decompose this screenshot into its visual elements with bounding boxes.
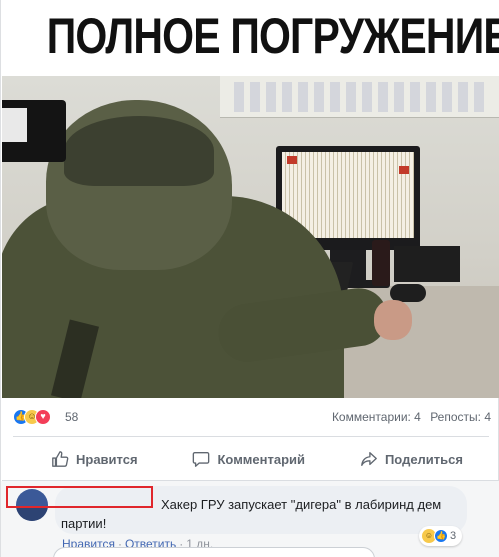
like-button[interactable]: Нравится — [43, 443, 146, 475]
post-actions-bar: Нравится Комментарий Поделиться — [13, 443, 489, 475]
comments-section: Хакер ГРУ запускает "дигера" в лабиринд … — [1, 481, 499, 557]
shares-count-link[interactable]: Репосты: 4 — [430, 410, 491, 424]
bomb-suit-figure — [2, 100, 412, 398]
comment-reactions[interactable]: ☺ 👍 3 — [419, 526, 463, 546]
engagement-counts: Комментарии: 4 Репосты: 4 — [326, 410, 491, 424]
meme-image[interactable]: ПОЛНОЕ ПОГРУЖЕНИЕ — [2, 0, 499, 398]
comment-text-line2: партии! — [61, 516, 107, 531]
share-arrow-icon — [361, 452, 377, 466]
love-reaction-icon: ♥ — [35, 409, 51, 425]
redacted-author-name — [6, 486, 153, 508]
divider — [13, 436, 489, 437]
helmet-camera — [2, 100, 66, 162]
desktop-box — [394, 246, 460, 282]
post-card: ПОЛНОЕ ПОГРУЖЕНИЕ 👍 ☺ ♥ 58 Комментарии: … — [0, 0, 499, 557]
meme-photo — [2, 76, 499, 398]
drink-can — [372, 240, 390, 286]
like-reaction-icon: 👍 — [434, 529, 448, 543]
thumbs-up-icon — [52, 451, 69, 467]
meme-caption: ПОЛНОЕ ПОГРУЖЕНИЕ — [46, 8, 499, 64]
comment-button-label: Комментарий — [217, 451, 306, 467]
share-button[interactable]: Поделиться — [352, 443, 471, 475]
comment-reaction-count: 3 — [450, 530, 457, 542]
reply-input-box[interactable] — [53, 547, 375, 557]
reactions-summary: 👍 ☺ ♥ 58 Комментарии: 4 Репосты: 4 — [13, 408, 491, 426]
comments-count-link[interactable]: Комментарии: 4 — [332, 410, 421, 424]
reaction-count[interactable]: 58 — [65, 410, 78, 424]
comment-text-line1: Хакер ГРУ запускает "дигера" в лабиринд … — [161, 497, 442, 512]
comment-button[interactable]: Комментарий — [184, 443, 313, 475]
comment-bubble-icon — [193, 452, 210, 467]
like-button-label: Нравится — [76, 451, 138, 467]
share-button-label: Поделиться — [384, 451, 463, 467]
